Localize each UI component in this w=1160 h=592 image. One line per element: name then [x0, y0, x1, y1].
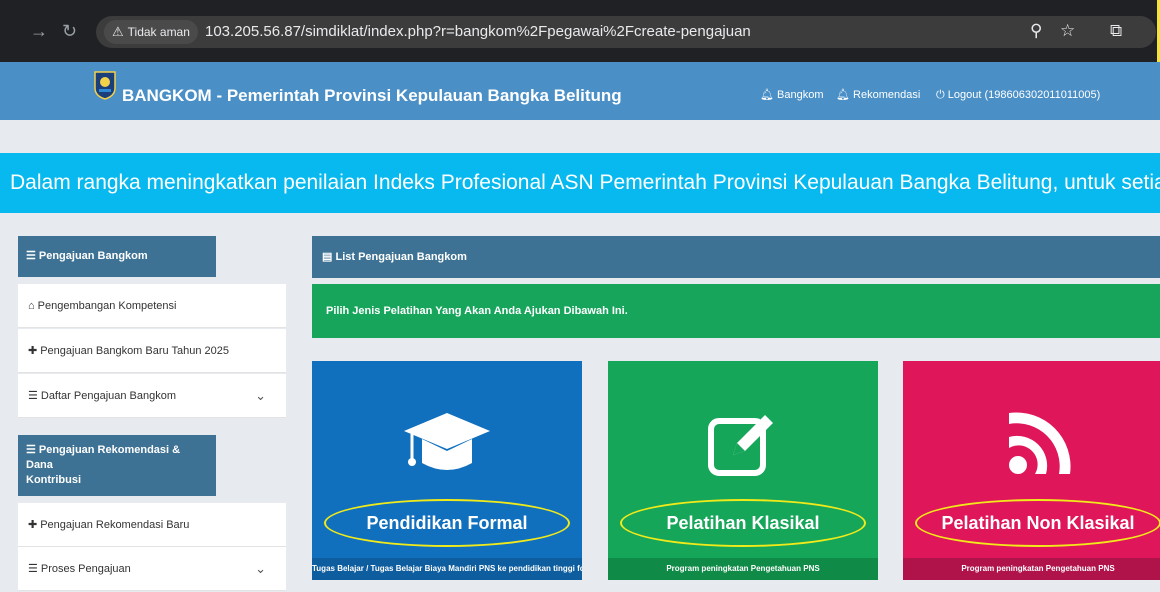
extensions-icon[interactable]: ⧉: [1110, 20, 1122, 42]
card-pelatihan-klasikal[interactable]: Pelatihan Klasikal Program peningkatan P…: [608, 361, 878, 580]
bell-icon: 🔔︎: [760, 89, 774, 101]
plus-icon: ✚: [28, 345, 38, 357]
announcement-text: Dalam rangka meningkatkan penilaian Inde…: [10, 171, 1160, 194]
info-alert: Pilih Jenis Pelatihan Yang Akan Anda Aju…: [312, 284, 1160, 338]
sidebar-item-pengajuan-baru[interactable]: ✚ Pengajuan Bangkom Baru Tahun 2025: [18, 329, 286, 373]
list-icon: ☰: [26, 250, 36, 262]
list-icon: ☰: [28, 563, 38, 575]
province-logo-icon: [94, 71, 116, 100]
edit-icon: [608, 405, 878, 485]
highlight-ellipse: [324, 499, 570, 547]
list-icon: ☰: [28, 390, 38, 402]
site-brand[interactable]: BANGKOM - Pemerintah Provinsi Kepulauan …: [122, 86, 622, 106]
power-icon: ⏻: [936, 89, 945, 101]
bookmark-star-icon[interactable]: ☆: [1060, 20, 1075, 42]
security-chip[interactable]: ⚠ Tidak aman: [104, 20, 198, 44]
sidebar-item-pengajuan-rekomendasi[interactable]: ✚ Pengajuan Rekomendasi Baru: [18, 503, 286, 547]
zoom-icon[interactable]: ⚲: [1030, 20, 1042, 42]
security-label: Tidak aman: [127, 25, 190, 39]
forward-icon[interactable]: →: [30, 20, 48, 42]
sidebar-item-pengembangan-kompetensi[interactable]: ⌂ Pengembangan Kompetensi: [18, 284, 286, 328]
card-footer: Tugas Belajar / Tugas Belajar Biaya Mand…: [312, 558, 582, 580]
sidebar-item-daftar-pengajuan[interactable]: ☰ Daftar Pengajuan Bangkom ⌄: [18, 374, 286, 418]
home-icon: ⌂: [28, 300, 35, 312]
nav-bangkom[interactable]: 🔔︎ Bangkom: [760, 88, 824, 102]
graduation-cap-icon: [312, 405, 582, 485]
highlight-ellipse: [620, 499, 866, 547]
card-pelatihan-non-klasikal[interactable]: Pelatihan Non Klasikal Program peningkat…: [903, 361, 1160, 580]
card-pendidikan-formal[interactable]: Pendidikan Formal Tugas Belajar / Tugas …: [312, 361, 582, 580]
list-icon: ☰: [26, 444, 36, 456]
card-footer: Program peningkatan Pengetahuan PNS: [608, 558, 878, 580]
nav-logout[interactable]: ⏻ Logout (198606302011011005): [936, 88, 1100, 102]
chevron-down-icon: ⌄: [255, 561, 266, 576]
rss-icon: [903, 405, 1160, 485]
book-icon: ▤: [322, 251, 333, 263]
sidebar-heading-pengajuan-bangkom: ☰ Pengajuan Bangkom: [18, 236, 216, 277]
nav-rekomendasi[interactable]: 🔔︎ Rekomendasi: [836, 88, 920, 102]
announcement-banner: Dalam rangka meningkatkan penilaian Inde…: [0, 153, 1160, 213]
chevron-down-icon: ⌄: [255, 388, 266, 403]
url-text[interactable]: 103.205.56.87/simdiklat/index.php?r=bang…: [205, 21, 751, 43]
sidebar-heading-rekomendasi: ☰ Pengajuan Rekomendasi & Dana Kontribusi: [18, 435, 216, 496]
bell-icon: 🔔︎: [836, 89, 850, 101]
panel-heading: ▤ List Pengajuan Bangkom: [312, 236, 1160, 278]
plus-icon: ✚: [28, 519, 38, 531]
highlight-ellipse: [915, 499, 1160, 547]
sidebar-item-proses-pengajuan[interactable]: ☰ Proses Pengajuan ⌄: [18, 547, 286, 591]
card-footer: Program peningkatan Pengetahuan PNS: [903, 558, 1160, 580]
reload-icon[interactable]: ↻: [62, 20, 77, 42]
warning-icon: ⚠: [112, 24, 124, 39]
